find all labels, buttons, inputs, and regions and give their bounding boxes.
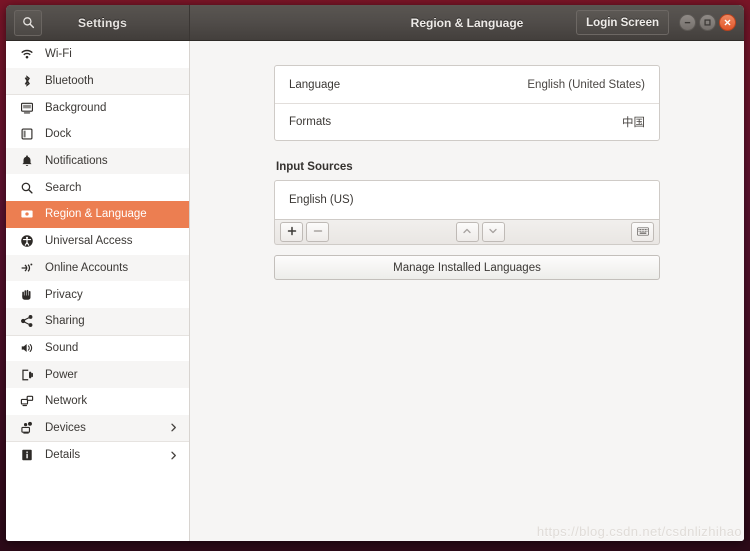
sidebar-item-label: Devices xyxy=(45,421,86,434)
titlebar: Settings Region & Language Login Screen xyxy=(6,5,744,41)
move-buttons-group xyxy=(455,222,508,242)
search-button[interactable] xyxy=(14,9,42,36)
chevron-down-icon xyxy=(488,223,498,241)
titlebar-left-section: Settings xyxy=(6,5,190,40)
content-inner: Language English (United States) Formats… xyxy=(274,41,660,280)
sidebar-item-bluetooth[interactable]: Bluetooth xyxy=(6,67,189,95)
devices-icon xyxy=(18,421,36,435)
sidebar-item-devices[interactable]: Devices xyxy=(6,414,189,442)
move-down-button[interactable] xyxy=(481,222,505,242)
speaker-icon xyxy=(18,341,36,355)
bell-icon xyxy=(18,154,36,168)
login-screen-button[interactable]: Login Screen xyxy=(576,10,669,35)
language-label: Language xyxy=(289,78,341,91)
manage-installed-languages-button[interactable]: Manage Installed Languages xyxy=(274,255,660,280)
sidebar-item-label: Notifications xyxy=(45,155,108,168)
titlebar-actions: Login Screen xyxy=(576,10,744,35)
hand-icon xyxy=(18,288,36,302)
sidebar-item-label: Power xyxy=(45,368,78,381)
sidebar-item-sharing[interactable]: Sharing xyxy=(6,307,189,335)
search-icon xyxy=(22,16,35,29)
sidebar-item-label: Sharing xyxy=(45,315,85,328)
search-icon xyxy=(18,181,36,195)
dock-icon xyxy=(18,127,36,141)
sidebar-item-dock[interactable]: Dock xyxy=(6,121,189,148)
sidebar-item-background[interactable]: Background xyxy=(6,94,189,121)
wifi-icon xyxy=(18,47,36,61)
minus-icon xyxy=(313,223,323,241)
sidebar-item-label: Background xyxy=(45,102,107,115)
share-icon xyxy=(18,314,36,328)
sidebar-item-label: Search xyxy=(45,181,82,194)
input-sources-heading: Input Sources xyxy=(276,161,353,173)
language-formats-card: Language English (United States) Formats… xyxy=(274,65,660,141)
sidebar-item-label: Region & Language xyxy=(45,208,147,221)
sidebar-item-online-accounts[interactable]: Online Accounts xyxy=(6,254,189,282)
sidebar-item-sound[interactable]: Sound xyxy=(6,334,189,362)
flag-icon xyxy=(18,207,36,221)
language-row[interactable]: Language English (United States) xyxy=(275,66,659,103)
app-title: Settings xyxy=(78,15,127,30)
sidebar-item-label: Online Accounts xyxy=(45,261,129,274)
settings-window: Settings Region & Language Login Screen xyxy=(6,5,744,541)
sidebar-item-details[interactable]: Details xyxy=(6,441,189,468)
move-up-button[interactable] xyxy=(455,222,479,242)
formats-label: Formats xyxy=(289,116,332,128)
list-item: English (US) xyxy=(289,194,354,206)
chevron-right-icon xyxy=(168,450,179,461)
content-area: Language English (United States) Formats… xyxy=(190,41,744,541)
sidebar-item-label: Network xyxy=(45,395,88,408)
sidebar-item-notifications[interactable]: Notifications xyxy=(6,147,189,175)
close-button[interactable] xyxy=(719,14,736,31)
add-input-source-button[interactable] xyxy=(280,222,303,242)
sidebar-item-label: Privacy xyxy=(45,288,83,301)
formats-value: 中国 xyxy=(622,117,645,129)
sidebar-item-label: Dock xyxy=(45,128,72,141)
accessibility-icon xyxy=(18,234,36,248)
maximize-icon xyxy=(703,18,712,27)
maximize-button[interactable] xyxy=(699,14,716,31)
minimize-icon xyxy=(683,18,692,27)
sidebar-item-label: Wi-Fi xyxy=(45,48,72,61)
input-sources-toolbar xyxy=(274,220,660,245)
online-accounts-icon xyxy=(18,261,36,275)
bluetooth-icon xyxy=(18,74,36,88)
sidebar-item-label: Sound xyxy=(45,342,79,355)
language-value: English (United States) xyxy=(527,78,645,91)
sidebar-item-wifi[interactable]: Wi-Fi xyxy=(6,41,189,68)
background-monitor-icon xyxy=(18,101,36,115)
window-body: Wi-Fi Bluetooth Background Dock Notifica… xyxy=(6,41,744,541)
power-battery-icon xyxy=(18,368,36,382)
info-icon xyxy=(18,448,36,462)
remove-input-source-button[interactable] xyxy=(306,222,329,242)
sidebar-item-power[interactable]: Power xyxy=(6,361,189,388)
sidebar-item-region-and-language[interactable]: Region & Language xyxy=(6,201,189,228)
sidebar-item-universal-access[interactable]: Universal Access xyxy=(6,228,189,255)
watermark-text: https://blog.csdn.net/csdnlizhihao xyxy=(536,524,742,539)
titlebar-right-section: Region & Language Login Screen xyxy=(190,5,744,40)
input-sources-list[interactable]: English (US) xyxy=(274,180,660,220)
network-icon xyxy=(18,394,36,408)
keyboard-preview-button[interactable] xyxy=(631,222,654,242)
chevron-up-icon xyxy=(462,223,472,241)
sidebar-item-label: Universal Access xyxy=(45,235,133,248)
plus-icon xyxy=(287,223,297,241)
sidebar-item-privacy[interactable]: Privacy xyxy=(6,281,189,308)
keyboard-icon xyxy=(636,223,649,241)
formats-row[interactable]: Formats 中国 xyxy=(275,103,659,140)
sidebar-item-label: Details xyxy=(45,449,81,462)
window-controls xyxy=(679,14,736,31)
close-icon xyxy=(723,18,732,27)
sidebar: Wi-Fi Bluetooth Background Dock Notifica… xyxy=(6,41,190,541)
sidebar-item-network[interactable]: Network xyxy=(6,388,189,415)
sidebar-item-search[interactable]: Search xyxy=(6,174,189,201)
sidebar-item-label: Bluetooth xyxy=(45,75,94,88)
chevron-right-icon xyxy=(168,422,179,433)
minimize-button[interactable] xyxy=(679,14,696,31)
